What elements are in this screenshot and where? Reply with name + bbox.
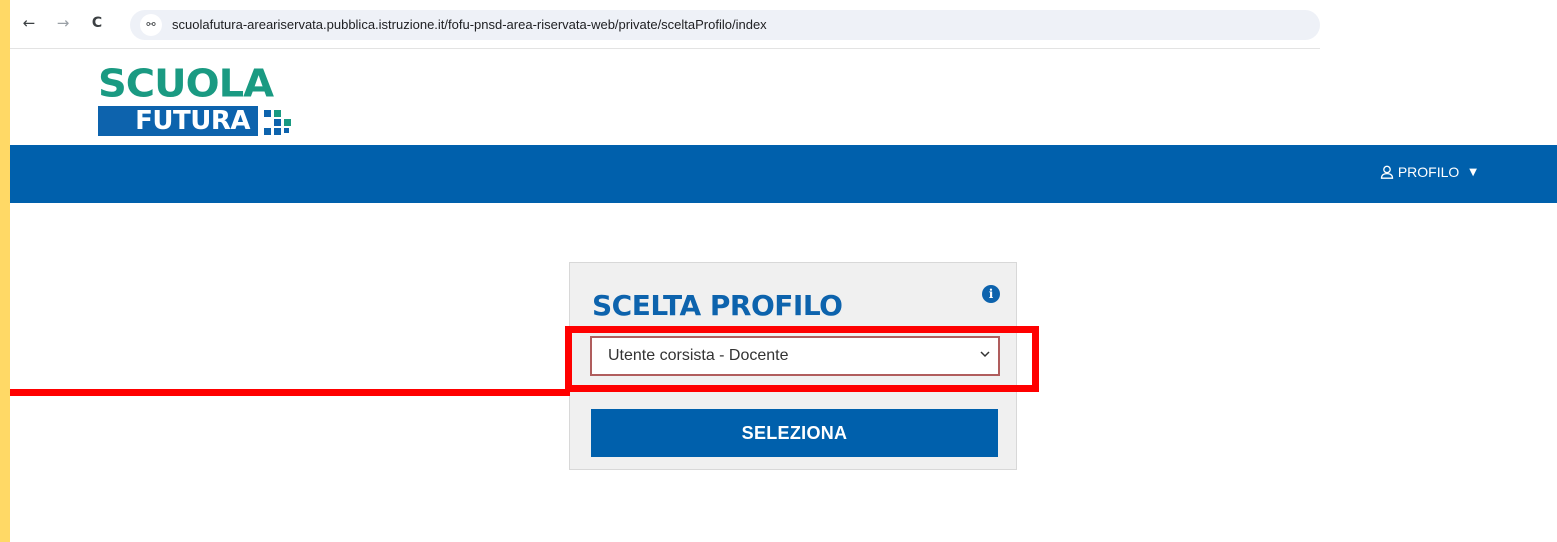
back-icon[interactable]: ← (18, 12, 40, 34)
select-profile-button[interactable]: SELEZIONA (591, 409, 998, 457)
site-info-icon[interactable]: ⚯ (140, 14, 162, 36)
logo-bottom-text: FUTURA (98, 106, 258, 136)
user-icon (1380, 165, 1393, 179)
address-bar[interactable]: ⚯ scuolafutura-areariservata.pubblica.is… (130, 10, 1320, 40)
browser-viewport: ← → C ⚯ scuolafutura-areariservata.pubbl… (10, 0, 1557, 542)
annotation-highlight-box (565, 326, 1039, 392)
annotation-pointer-line (10, 389, 570, 396)
profile-menu-toggle[interactable]: PROFILO ▼ (1380, 164, 1477, 180)
logo-pixel-icon (264, 110, 291, 135)
reload-icon[interactable]: C (86, 12, 108, 34)
caret-down-icon: ▼ (1469, 166, 1477, 178)
forward-icon[interactable]: → (52, 12, 74, 34)
url-text[interactable]: scuolafutura-areariservata.pubblica.istr… (172, 17, 767, 32)
scuola-futura-logo[interactable]: SCUOLA FUTURA (98, 64, 303, 142)
info-icon[interactable]: i (982, 285, 1000, 303)
page-title: SCELTA PROFILO (592, 289, 843, 322)
main-navbar: PROFILO ▼ (10, 145, 1557, 203)
profile-label: PROFILO (1397, 164, 1460, 180)
logo-top-text: SCUOLA (98, 62, 274, 106)
browser-toolbar: ← → C ⚯ scuolafutura-areariservata.pubbl… (10, 0, 1320, 49)
